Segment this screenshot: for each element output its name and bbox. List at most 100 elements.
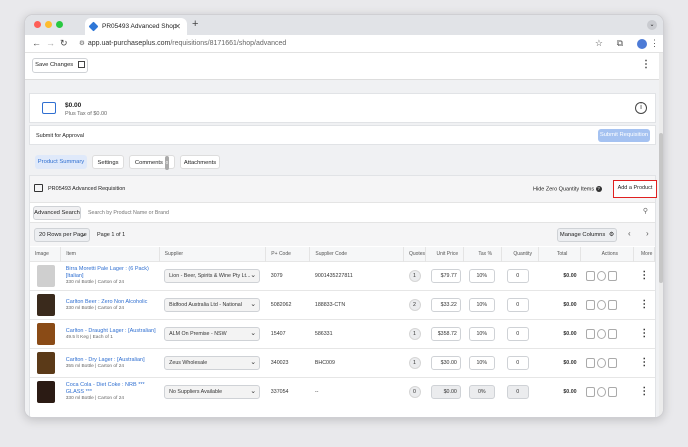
info-icon[interactable]: i	[635, 102, 647, 114]
product-name-link[interactable]: Coca Cola - Diet Coke : NRB *** GLASS **…	[66, 382, 159, 396]
settings-icon[interactable]	[596, 299, 606, 310]
settings-icon[interactable]	[596, 357, 606, 368]
more-menu-icon[interactable]: ⋮	[639, 299, 649, 310]
product-name-link[interactable]: Carlton - Draught Lager : [Australian]	[66, 328, 159, 335]
settings-icon[interactable]	[596, 386, 606, 397]
unit-price-field[interactable]: $79.77	[430, 268, 461, 283]
document-icon[interactable]	[585, 270, 595, 281]
search-icon[interactable]: ⚲	[643, 207, 648, 215]
minimize-window-dot[interactable]	[45, 21, 52, 28]
quantity-field[interactable]: 0	[506, 326, 529, 341]
supplier-select[interactable]: Bidfood Australia Ltd - National ⌄	[164, 297, 261, 312]
browser-tab[interactable]: PR05493 Advanced Shop ✕	[85, 18, 187, 35]
unit-price-field[interactable]: $33.22	[430, 297, 461, 312]
tax-field[interactable]: 10%	[468, 326, 495, 341]
tax-field[interactable]: 0%	[468, 384, 495, 399]
more-menu-icon[interactable]: ⋮	[639, 386, 649, 397]
product-name-link[interactable]: Carlton - Dry Lager : [Australian]	[66, 357, 159, 364]
column-header: Image	[30, 247, 62, 261]
zoom-window-dot[interactable]	[56, 21, 63, 28]
table-header-row: Image Item Supplier P+ Code Supplier Code Quo…	[30, 247, 655, 261]
profile-avatar[interactable]	[637, 39, 647, 49]
page-scrollbar[interactable]	[659, 53, 663, 417]
tax-field[interactable]: 10%	[468, 355, 495, 370]
quantity-field[interactable]: 0	[506, 268, 529, 283]
quotes-count[interactable]: 1	[408, 269, 421, 282]
extensions-icon[interactable]: ⧉	[617, 38, 623, 49]
quantity-field[interactable]: 0	[506, 297, 529, 312]
product-name-link[interactable]: Birra Moretti Pale Lager : (6 Pack) [Ita…	[66, 266, 159, 280]
quotes-count[interactable]: 0	[408, 385, 421, 398]
quotes-count[interactable]: 2	[408, 298, 421, 311]
unit-price-field[interactable]: $0.00	[430, 384, 461, 399]
product-name-link[interactable]: Carlton Beer : Zero Non Alcoholic	[66, 299, 159, 306]
tab-settings[interactable]: Settings	[92, 155, 124, 169]
document-icon[interactable]	[585, 357, 595, 368]
column-header: Item	[60, 247, 160, 261]
manage-columns-button[interactable]: Manage Columns ⚙	[557, 228, 617, 242]
forward-icon[interactable]: →	[46, 38, 55, 48]
close-window-dot[interactable]	[34, 21, 41, 28]
submit-requisition-button[interactable]: Submit Requisition	[598, 129, 650, 142]
document-icon[interactable]	[585, 299, 595, 310]
document-icon[interactable]	[585, 328, 595, 339]
scrollbar-thumb[interactable]	[659, 133, 663, 283]
bookmark-star-icon[interactable]: ☆	[595, 38, 603, 49]
unit-price-field[interactable]: $358.72	[430, 326, 461, 341]
hide-zero-toggle[interactable]: Hide Zero Quantity Items ?	[533, 186, 602, 192]
product-image[interactable]	[37, 293, 55, 316]
add-product-button[interactable]: Add a Product	[613, 180, 657, 198]
unit-price-cell: $33.22	[425, 289, 464, 319]
more-menu-icon[interactable]: ⋮	[639, 328, 649, 339]
delete-icon[interactable]	[607, 328, 617, 339]
search-input[interactable]	[88, 206, 635, 220]
quantity-field[interactable]: 0	[506, 384, 529, 399]
advanced-search-button[interactable]: Advanced Search	[33, 206, 81, 220]
product-image[interactable]	[37, 351, 55, 374]
rows-per-page-select[interactable]: 20 Rows per Page ⌄	[34, 228, 90, 242]
more-menu-icon[interactable]: ⋮	[639, 270, 649, 281]
pcode-cell: 337054	[265, 376, 310, 406]
back-icon[interactable]: ←	[32, 38, 41, 48]
tab-comments[interactable]: Comments 0	[129, 155, 175, 170]
settings-icon[interactable]	[596, 328, 606, 339]
supplier-select[interactable]: Lion - Beer, Spirits & Wine Pty Lt... ⌄	[164, 268, 261, 283]
document-icon[interactable]	[585, 386, 595, 397]
quantity-field[interactable]: 0	[506, 355, 529, 370]
quotes-count[interactable]: 1	[408, 327, 421, 340]
actions-cell	[580, 347, 634, 377]
delete-icon[interactable]	[607, 299, 617, 310]
product-size: 330 ml Bottle | Carton of 24	[65, 396, 125, 402]
prev-page-icon[interactable]: ‹	[628, 229, 631, 238]
tab-product-summary[interactable]: Product Summary	[35, 155, 87, 169]
site-info-icon[interactable]: ⚙	[79, 40, 85, 47]
delete-icon[interactable]	[607, 386, 617, 397]
reload-icon[interactable]: ↻	[60, 38, 68, 49]
tax-field[interactable]: 10%	[468, 297, 495, 312]
save-changes-button[interactable]: Save Changes	[32, 58, 88, 73]
supplier-select[interactable]: No Suppliers Available ⌄	[164, 384, 261, 399]
next-page-icon[interactable]: ›	[646, 229, 649, 238]
tab-attachments[interactable]: Attachments	[180, 155, 220, 169]
delete-icon[interactable]	[607, 357, 617, 368]
new-tab-icon[interactable]: +	[192, 18, 198, 30]
settings-icon[interactable]	[596, 270, 606, 281]
url-field[interactable]: ⚙ app.uat-purchaseplus.com/requisitions/8…	[79, 37, 286, 51]
chevron-down-icon: ⌄	[81, 232, 86, 238]
product-image[interactable]	[37, 380, 55, 403]
tax-field[interactable]: 10%	[468, 268, 495, 283]
supplier-select[interactable]: Zeus Wholesale ⌄	[164, 355, 261, 370]
tab-search-chevron-icon[interactable]: ⌄	[647, 20, 657, 30]
product-image[interactable]	[37, 322, 55, 345]
browser-menu-icon[interactable]: ⋮	[650, 38, 659, 49]
unit-price-field[interactable]: $30.00	[430, 355, 461, 370]
delete-icon[interactable]	[607, 270, 617, 281]
page-menu-icon[interactable]: ⋮	[641, 59, 651, 70]
supplier-select[interactable]: ALM On Premise - NSW ⌄	[164, 326, 261, 341]
quotes-count[interactable]: 1	[408, 356, 421, 369]
supplier-cell: ALM On Premise - NSW ⌄	[159, 318, 266, 348]
more-menu-icon[interactable]: ⋮	[639, 357, 649, 368]
table-row: Carlton Beer : Zero Non Alcoholic 330 ml …	[30, 289, 655, 319]
close-tab-icon[interactable]: ✕	[174, 22, 181, 31]
product-image[interactable]	[37, 264, 55, 287]
